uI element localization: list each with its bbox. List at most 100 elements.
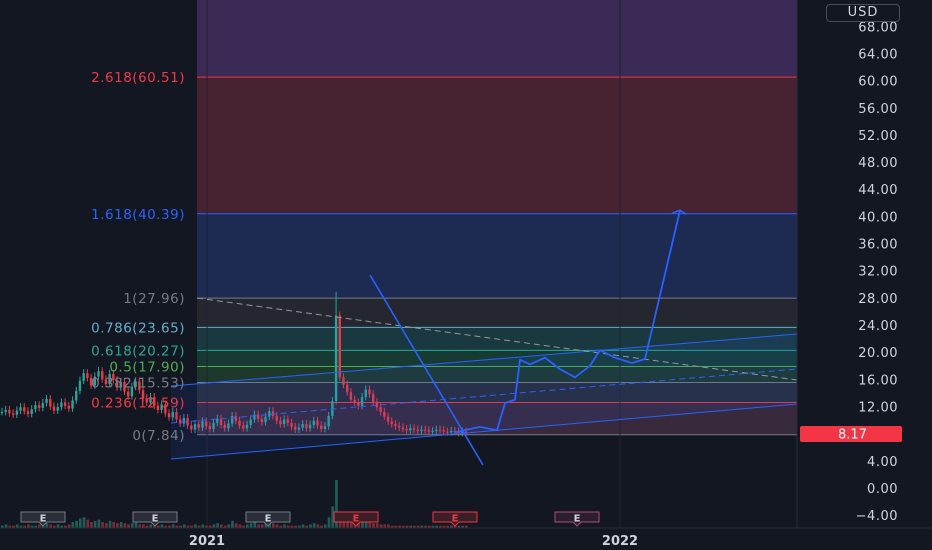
fib-label: 0.786(23.65) xyxy=(91,320,185,336)
volume-bar xyxy=(375,523,379,528)
earnings-marker[interactable]: E xyxy=(554,511,600,527)
fib-zone xyxy=(197,77,797,214)
volume-bar xyxy=(56,524,60,528)
volume-bar xyxy=(130,523,134,528)
volume-bar xyxy=(309,524,312,528)
price-tick-label: 36.00 xyxy=(858,238,898,253)
volume-bar xyxy=(234,523,238,528)
volume-bar xyxy=(26,524,30,528)
earnings-marker[interactable]: E xyxy=(432,511,478,527)
volume-bar xyxy=(15,524,19,528)
candle-body xyxy=(19,407,22,411)
candle-body xyxy=(34,405,37,410)
currency-button[interactable]: USD xyxy=(826,4,900,22)
volume-bar xyxy=(78,518,82,528)
price-tick-label: 32.00 xyxy=(858,265,898,280)
earnings-marker[interactable]: E xyxy=(132,511,178,527)
earnings-marker-label: E xyxy=(574,514,581,525)
candle-body xyxy=(37,405,41,408)
volume-bar xyxy=(379,524,383,528)
price-tick-label: 60.00 xyxy=(858,75,898,90)
price-tick-label: 40.00 xyxy=(858,210,898,225)
candle-body xyxy=(49,399,52,407)
volume-bar xyxy=(227,524,231,528)
volume-bar xyxy=(312,523,316,528)
fib-label: 0(7.84) xyxy=(132,428,185,444)
candle-body xyxy=(67,405,71,409)
candle-body xyxy=(86,373,89,379)
fib-zone xyxy=(197,298,797,328)
volume-bar xyxy=(82,517,86,528)
volume-bar xyxy=(108,520,112,528)
volume-bar xyxy=(171,524,175,528)
volume-bar xyxy=(327,517,331,528)
last-price-tag: 8.17 xyxy=(800,426,902,443)
price-tick-label: 44.00 xyxy=(858,183,898,198)
volume-bar xyxy=(212,524,216,528)
volume-bar xyxy=(4,524,8,528)
price-tick-label: −4.00 xyxy=(856,509,898,524)
fib-label: 0.5(17.90) xyxy=(109,359,185,375)
fib-label: 1(27.96) xyxy=(123,291,185,307)
fib-label: 1.618(40.39) xyxy=(91,207,185,223)
candle-body xyxy=(71,400,74,409)
candle-body xyxy=(30,409,33,414)
candle-body xyxy=(60,402,63,408)
earnings-marker[interactable]: E xyxy=(245,511,291,527)
volume-bar xyxy=(245,524,249,528)
volume-bar xyxy=(75,520,78,528)
earnings-marker-label: E xyxy=(152,514,159,525)
price-tick-label: 12.00 xyxy=(858,401,898,416)
volume-bar xyxy=(101,522,104,528)
volume-bar xyxy=(138,524,142,528)
candle-body xyxy=(82,373,85,381)
volume-bar xyxy=(93,520,97,528)
earnings-marker-label: E xyxy=(40,514,47,525)
volume-bar xyxy=(316,524,320,528)
price-axis: 68.00 64.00 60.00 56.00 52.00 48.00 44.00 40.00… xyxy=(796,0,932,528)
earnings-markers: EEEEEE xyxy=(20,511,600,527)
candle-body xyxy=(63,402,67,406)
last-price-value: 8.17 xyxy=(838,428,867,443)
volume-bar xyxy=(134,522,138,528)
volume-bar xyxy=(67,524,71,528)
price-tick-label: 20.00 xyxy=(858,346,898,361)
fib-label: 0.236(12.59) xyxy=(91,396,185,412)
price-tick-label: 28.00 xyxy=(858,292,898,307)
volume-bar xyxy=(220,524,223,528)
candle-body xyxy=(52,406,56,411)
earnings-marker-label: E xyxy=(452,514,459,525)
volume-bar xyxy=(116,523,119,528)
time-axis: 2021 2022 xyxy=(0,527,932,550)
volume-bar xyxy=(238,524,242,528)
volume-bar xyxy=(90,522,93,528)
earnings-marker-label: E xyxy=(265,514,272,525)
fib-label: 2.618(60.51) xyxy=(91,70,185,86)
candle-body xyxy=(338,315,341,378)
volume-bar xyxy=(142,524,145,528)
candle-body xyxy=(26,411,30,414)
candle-body xyxy=(56,407,59,411)
fib-labels: 2.618(60.51) 1.618(40.39) 1(27.96) 0.786(23… xyxy=(91,70,185,444)
volume-bar xyxy=(182,524,186,528)
volume-bar xyxy=(194,524,197,528)
volume-bar xyxy=(231,520,234,528)
volume-bar xyxy=(301,524,305,528)
volume-bar xyxy=(271,523,275,528)
volume-bars xyxy=(1,480,468,528)
volume-bar xyxy=(123,523,127,528)
volume-bar xyxy=(201,524,205,528)
price-tick-label: 56.00 xyxy=(858,102,898,117)
earnings-marker[interactable]: E xyxy=(20,511,66,527)
price-tick-label: 16.00 xyxy=(858,373,898,388)
volume-bar xyxy=(149,524,153,528)
candle-body xyxy=(15,410,19,415)
candle-body xyxy=(4,409,7,412)
volume-bar xyxy=(160,524,164,528)
volume-bar xyxy=(383,524,387,528)
price-chart[interactable]: 2.618(60.51) 1.618(40.39) 1(27.96) 0.786(23… xyxy=(0,0,932,550)
candle-body xyxy=(0,411,4,413)
volume-bar xyxy=(119,522,123,528)
fib-zone xyxy=(197,213,797,299)
volume-bar xyxy=(104,523,108,528)
